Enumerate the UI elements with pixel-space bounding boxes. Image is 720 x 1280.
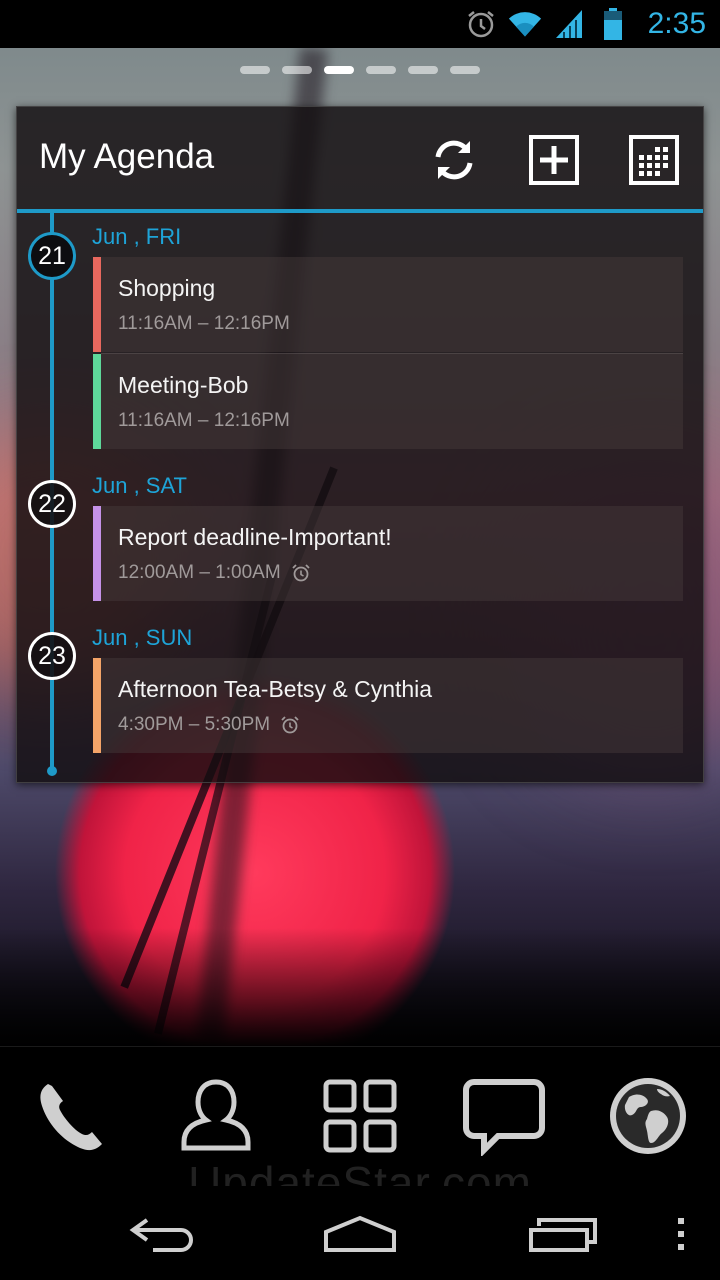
event-afternoon-tea[interactable]: Afternoon Tea-Betsy & Cynthia 4:30PM – 5… [93, 658, 683, 753]
event-time: 4:30PM – 5:30PM [118, 714, 300, 736]
event-time: 11:16AM – 12:16PM [118, 410, 290, 432]
phone-button[interactable] [27, 1071, 117, 1161]
page-dot [282, 66, 312, 74]
contacts-icon [181, 1079, 251, 1151]
page-indicator [240, 66, 480, 74]
wifi-icon [508, 7, 542, 41]
recent-apps-button[interactable] [522, 1204, 602, 1264]
day-label-22: Jun , SAT [92, 473, 187, 498]
event-title: Report deadline-Important! [118, 524, 392, 550]
messaging-button[interactable] [459, 1071, 549, 1161]
back-button[interactable] [120, 1204, 200, 1264]
add-event-button[interactable] [527, 133, 581, 187]
day-circle-22: 22 [28, 480, 76, 528]
status-time: 2:35 [647, 7, 706, 40]
messaging-icon [463, 1079, 545, 1156]
timeline-end-dot [47, 766, 57, 776]
refresh-icon [435, 140, 473, 180]
phone-icon [40, 1084, 102, 1151]
event-report-deadline[interactable]: Report deadline-Important! 12:00AM – 1:0… [93, 506, 683, 601]
calendar-grid-icon [629, 135, 679, 185]
widget-title: My Agenda [39, 137, 215, 176]
page-dot-active [324, 66, 354, 74]
status-bar: 2:35 [0, 0, 720, 48]
event-time-text: 11:16AM – 12:16PM [118, 313, 290, 334]
battery-icon [596, 7, 630, 41]
calendar-button[interactable] [627, 133, 681, 187]
page-dot [408, 66, 438, 74]
browser-button[interactable] [603, 1071, 693, 1161]
agenda-widget: My Agenda 21 Jun , FRI Shopping 11:16AM … [16, 106, 704, 783]
event-time: 11:16AM – 12:16PM [118, 313, 290, 335]
home-button[interactable] [320, 1204, 400, 1264]
day-label-21: Jun , FRI [92, 224, 182, 249]
event-title: Afternoon Tea-Betsy & Cynthia [118, 676, 433, 702]
event-title: Meeting-Bob [118, 372, 249, 398]
add-event-icon [529, 135, 579, 185]
page-dot [240, 66, 270, 74]
alarm-icon [464, 7, 498, 41]
event-meeting-bob[interactable]: Meeting-Bob 11:16AM – 12:16PM [93, 354, 683, 449]
event-time-text: 4:30PM – 5:30PM [118, 714, 271, 735]
page-dot [450, 66, 480, 74]
event-time-text: 12:00AM – 1:00AM [118, 562, 281, 583]
signal-icon [552, 7, 586, 41]
apps-icon [323, 1079, 397, 1153]
alarm-icon [281, 716, 299, 734]
refresh-button[interactable] [427, 133, 481, 187]
apps-button[interactable] [315, 1071, 405, 1161]
recent-apps-icon [529, 1218, 597, 1252]
home-icon [324, 1215, 396, 1252]
event-time: 12:00AM – 1:00AM [118, 562, 311, 584]
back-icon [129, 1218, 193, 1252]
overflow-menu-icon [678, 1218, 684, 1250]
overflow-menu-button[interactable] [664, 1204, 698, 1264]
alarm-icon [292, 564, 310, 582]
navigation-bar [0, 1186, 720, 1280]
page-dot [366, 66, 396, 74]
widget-header: My Agenda [17, 107, 703, 213]
event-title: Shopping [118, 275, 216, 301]
event-color-bar [93, 506, 101, 601]
event-color-bar [93, 354, 101, 449]
browser-globe-icon [610, 1078, 686, 1154]
contacts-button[interactable] [171, 1071, 261, 1161]
day-circle-23: 23 [28, 632, 76, 680]
day-label-23: Jun , SUN [92, 625, 193, 650]
day-circle-21: 21 [28, 232, 76, 280]
event-color-bar [93, 658, 101, 753]
event-color-bar [93, 257, 101, 352]
event-shopping[interactable]: Shopping 11:16AM – 12:16PM [93, 257, 683, 352]
event-time-text: 11:16AM – 12:16PM [118, 410, 290, 431]
